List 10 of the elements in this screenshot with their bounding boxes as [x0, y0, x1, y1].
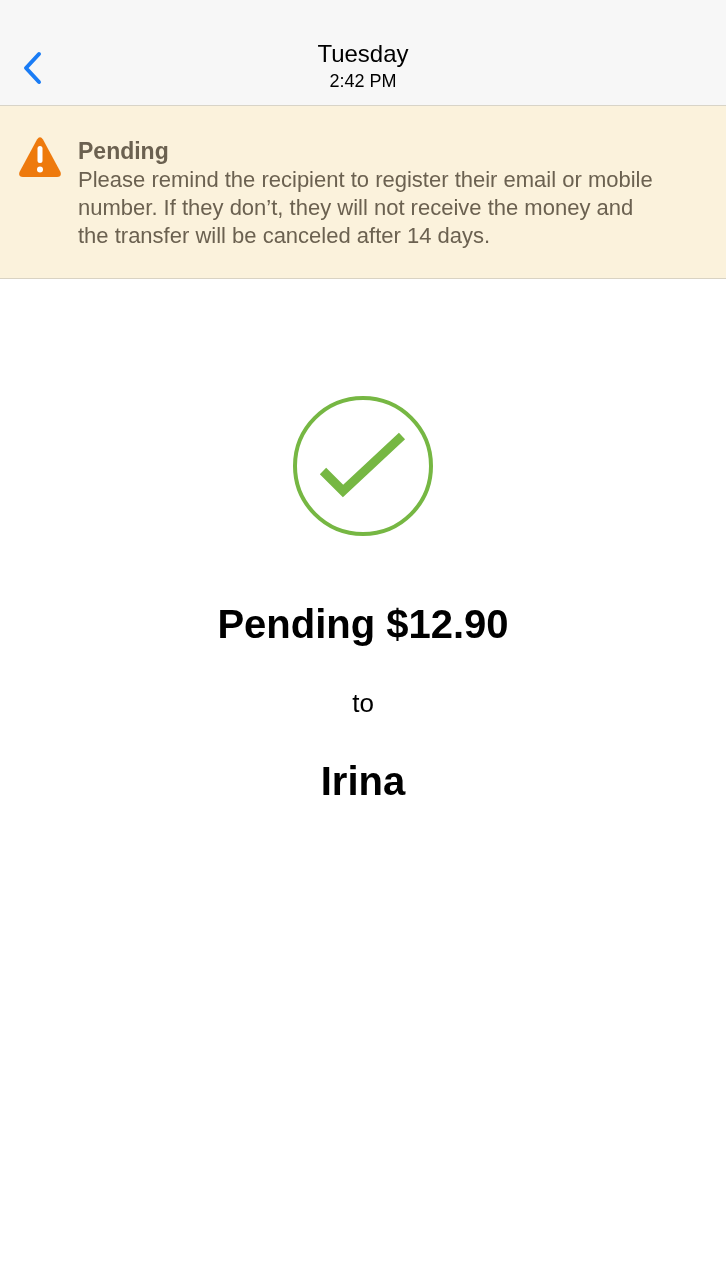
connector-text: to	[352, 687, 374, 719]
alert-message: Please remind the recipient to register their email or mobile number. If they don’t, they will not receive the money and the transfer will be canceled after 14 days.	[78, 166, 654, 250]
checkmark-circle-icon	[292, 395, 434, 537]
back-chevron-icon	[22, 51, 42, 85]
nav-subtitle: 2:42 PM	[329, 70, 397, 93]
alert-title: Pending	[78, 137, 170, 166]
warning-icon	[18, 136, 62, 178]
nav-title: Tuesday	[317, 39, 409, 69]
amount-headline: Pending $12.90	[217, 601, 509, 648]
recipient-name: Irina	[320, 758, 406, 805]
